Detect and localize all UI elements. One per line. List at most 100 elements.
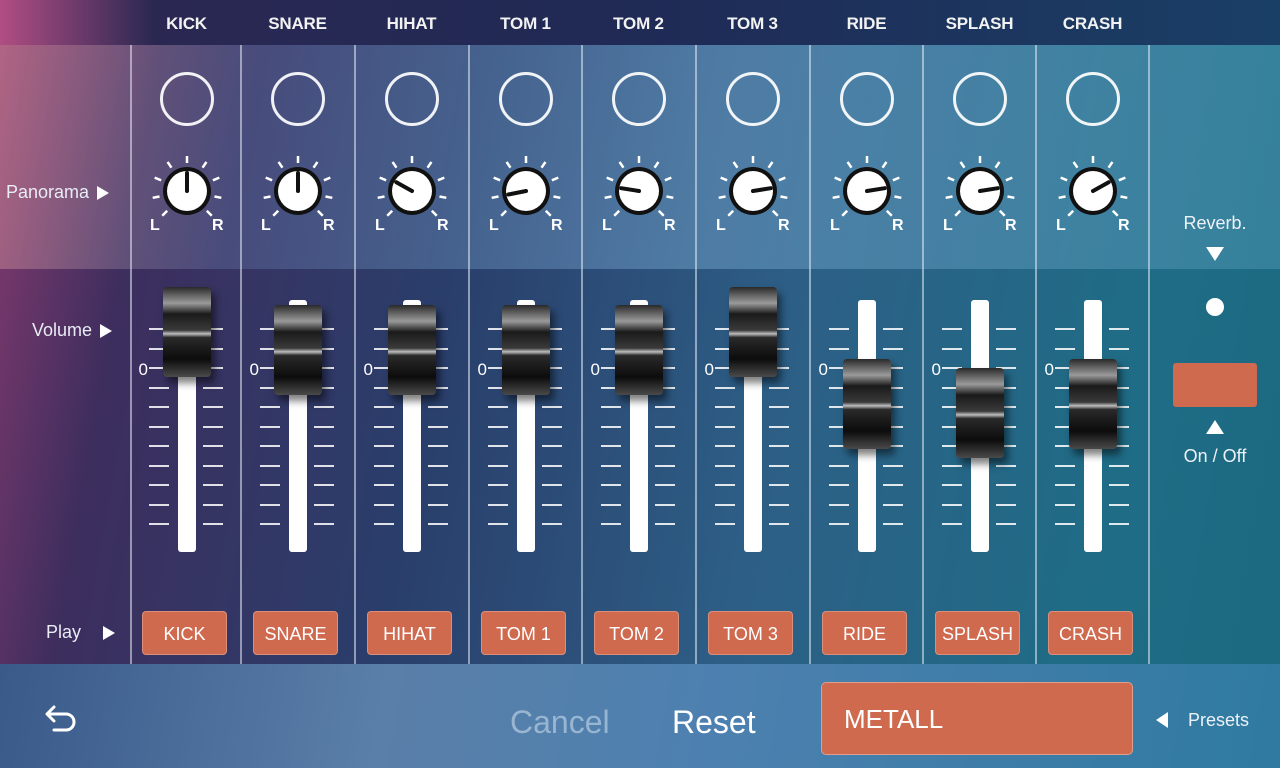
play-button[interactable]: SPLASH [935,611,1020,655]
fader-scale-tick [600,445,621,447]
volume-fader-handle[interactable] [842,359,891,449]
fader-scale-tick [941,347,962,350]
pan-knob[interactable]: L R [594,152,684,234]
fader-scale-tick [768,464,789,467]
fader-scale-tick [941,328,962,330]
channel-label: RIDE [846,14,887,33]
fader-scale-tick [882,464,903,467]
fader-scale-tick [882,328,903,330]
fader-scale-tick [313,406,334,408]
panorama-label-text: Panorama [6,182,90,202]
fader-scale-tick [487,425,508,428]
volume-fader-handle[interactable] [1068,359,1117,449]
volume-fader-handle[interactable] [501,305,550,395]
fader-scale-tick [995,484,1016,486]
volume-fader-handle[interactable] [387,305,436,395]
fader-scale-tick [259,425,280,428]
fader-scale-tick [487,523,508,525]
fader-zero-label: 0 [704,360,714,379]
pan-knob[interactable]: L R [253,152,343,234]
fader-scale-tick [941,503,962,506]
channel-led-indicator [270,72,325,126]
cancel-button[interactable]: Cancel [510,704,610,741]
fader-scale-tick [373,484,394,486]
fader-scale-tick [259,464,280,467]
fader-scale-tick [600,484,621,486]
fader-scale-tick [313,523,334,525]
fader-scale-tick [427,484,448,486]
channel-label: TOM 2 [613,14,664,33]
volume-fader-handle[interactable] [162,287,211,377]
fader-scale-tick [1108,464,1129,467]
fader-scale-tick [882,347,903,350]
fader-scale-tick [259,523,280,525]
column-divider [468,45,470,664]
fader-scale-tick [202,503,223,506]
fader-scale-tick [148,484,169,486]
fader-scale-tick [259,406,280,408]
fader-scale-tick [828,503,849,506]
channel-led-indicator [498,72,553,126]
fader-scale-tick [828,484,849,486]
volume-fader-handle[interactable] [273,305,322,395]
volume-fader-handle[interactable] [614,305,663,395]
fader-scale-tick [600,406,621,408]
pan-knob[interactable]: L R [822,152,912,234]
fader-scale-tick [995,464,1016,467]
play-button[interactable]: TOM 2 [594,611,679,655]
fader-scale-tick [313,503,334,506]
pan-knob[interactable]: L R [142,152,232,234]
fader-scale-tick [1108,347,1129,350]
play-button[interactable]: KICK [142,611,227,655]
reverb-toggle-button[interactable] [1173,363,1257,407]
fader-scale-tick [600,464,621,467]
play-button[interactable]: TOM 3 [708,611,793,655]
fader-scale-tick [995,347,1016,350]
fader-scale-tick [259,445,280,447]
fader-scale-tick [202,386,223,389]
volume-label-text: Volume [32,320,93,340]
knob-left-letter: L [716,217,726,232]
knob-left-letter: L [602,217,612,232]
play-button[interactable]: SNARE [253,611,338,655]
play-button[interactable]: TOM 1 [481,611,566,655]
fader-scale-tick [313,425,334,428]
fader-scale-tick [487,464,508,467]
knob-left-letter: L [375,217,385,232]
fader-scale-tick [600,425,621,428]
pan-knob[interactable]: L R [708,152,798,234]
preset-select[interactable]: METALL [821,682,1133,755]
fader-zero-label: 0 [590,360,600,379]
fader-scale-tick [487,406,508,408]
pan-knob[interactable]: L R [935,152,1025,234]
knob-right-letter: R [437,217,449,232]
channel-label: TOM 1 [500,14,551,33]
volume-fader-handle[interactable] [728,287,777,377]
pan-knob[interactable]: L R [367,152,457,234]
pan-knob[interactable]: L R [481,152,571,234]
fader-scale-tick [768,445,789,447]
play-button[interactable]: HIHAT [367,611,452,655]
fader-scale-tick [995,503,1016,506]
fader-scale-tick [373,406,394,408]
volume-fader-handle[interactable] [955,368,1004,458]
fader-scale-tick [714,445,735,447]
fader-scale-tick [259,503,280,506]
fader-scale-tick [654,484,675,486]
column-divider [1035,45,1037,664]
fader-scale-tick [259,484,280,486]
play-button[interactable]: CRASH [1048,611,1133,655]
back-arrow-icon[interactable] [40,700,80,736]
fader-scale-tick [373,523,394,525]
channel-label: SNARE [268,14,327,33]
pan-knob[interactable]: L R [1048,152,1138,234]
fader-zero-label: 0 [249,360,259,379]
reset-button[interactable]: Reset [672,704,756,741]
fader-scale-tick [768,523,789,525]
channel-led-indicator [839,72,894,126]
fader-scale-tick [202,406,223,408]
fader-scale-tick [373,503,394,506]
fader-scale-tick [714,503,735,506]
play-button[interactable]: RIDE [822,611,907,655]
fader-scale-tick [1108,328,1129,330]
